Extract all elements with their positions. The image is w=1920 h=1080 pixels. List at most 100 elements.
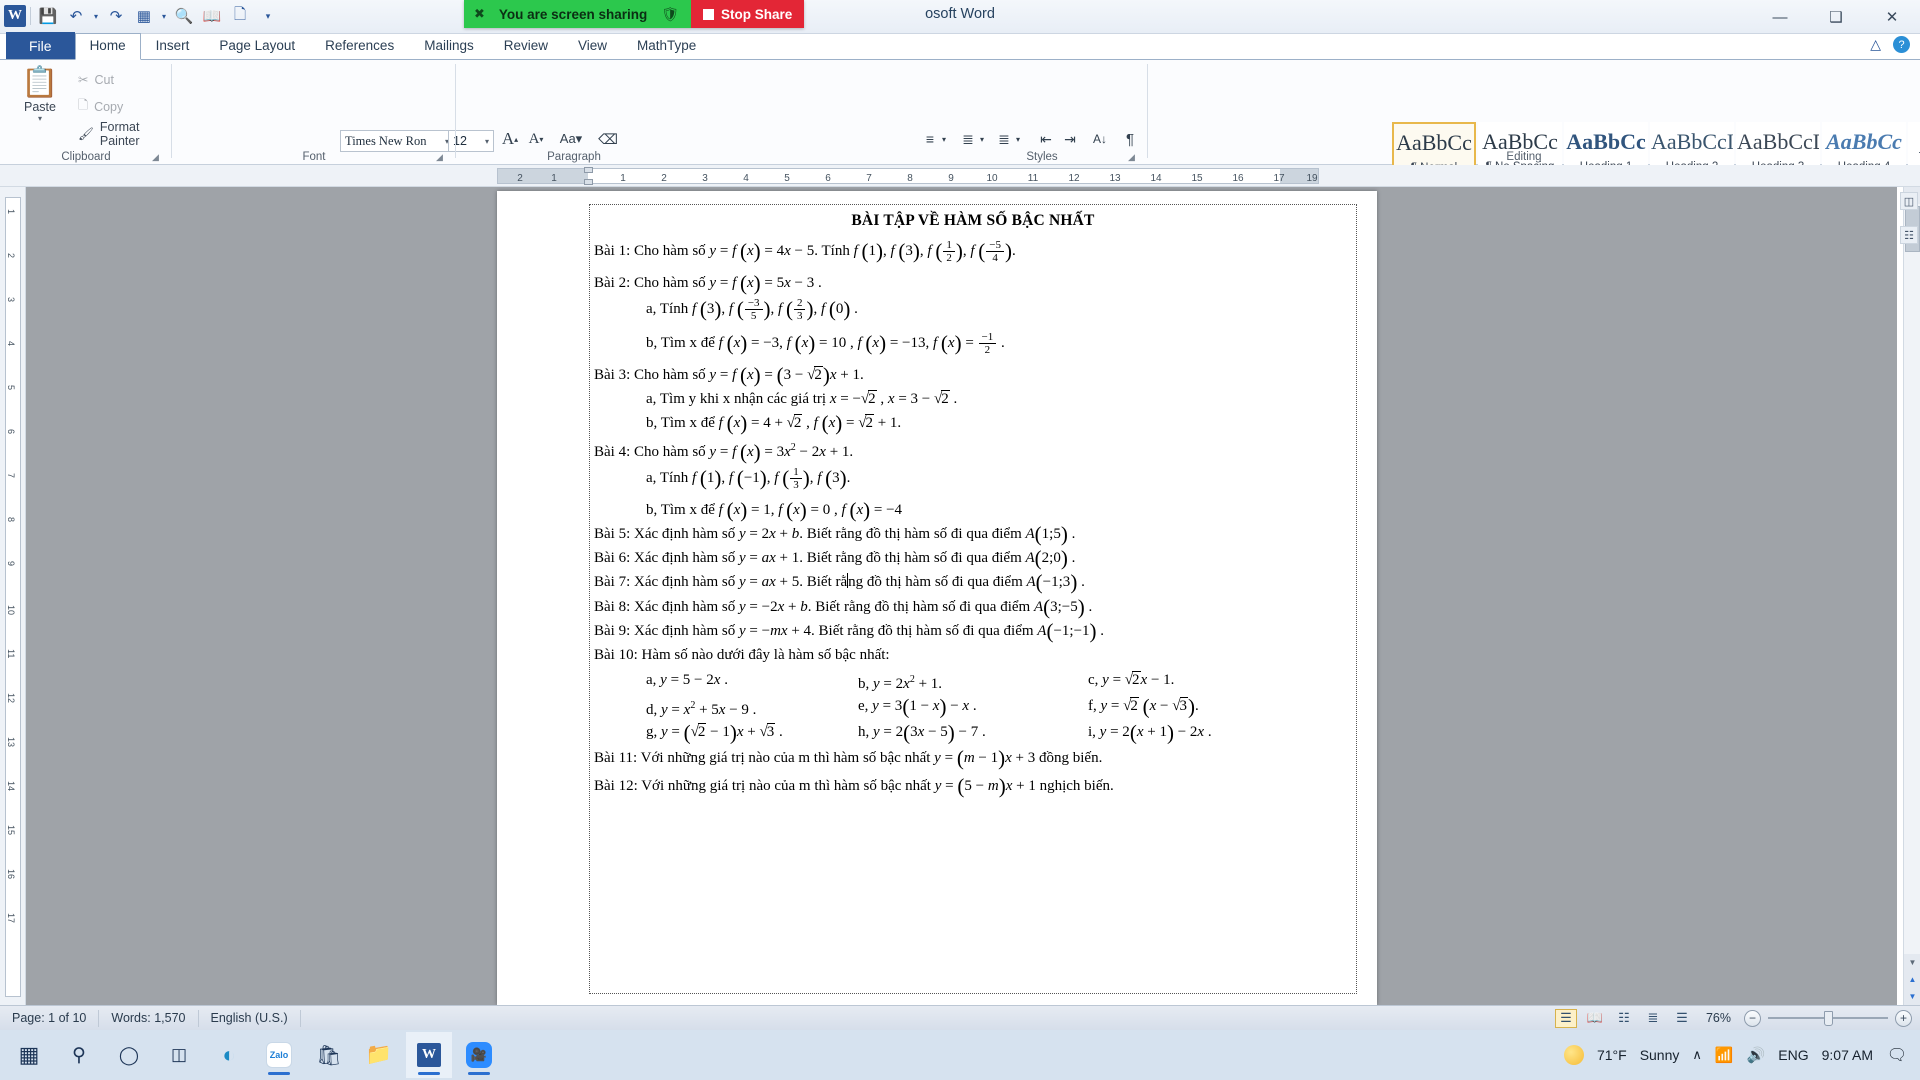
copy-icon: 🗋 xyxy=(78,98,89,112)
tab-home[interactable]: Home xyxy=(74,33,141,60)
cortana-icon[interactable]: ◯ xyxy=(106,1032,152,1078)
exercise-line-11: Bài 11: Với những giá trị nào của m thì … xyxy=(594,746,1103,771)
vertical-scrollbar[interactable]: ▲ ▼ ▲ ▼ xyxy=(1903,187,1920,1005)
clipboard-dialog-launcher-icon[interactable]: ◢ xyxy=(152,152,159,163)
volume-icon[interactable]: 🔊 xyxy=(1747,1046,1766,1064)
language-indicator[interactable]: English (U.S.) xyxy=(199,1009,301,1027)
paste-dropdown-icon[interactable]: ▾ xyxy=(12,114,68,123)
ruler-tick: 7 xyxy=(866,173,872,184)
slider-thumb[interactable] xyxy=(1824,1010,1833,1026)
thumbnails-icon[interactable]: ☷ xyxy=(1900,226,1918,244)
vruler-tick: 2 xyxy=(6,253,16,259)
tab-references[interactable]: References xyxy=(310,33,409,59)
full-screen-reading-view-icon[interactable]: 📖 xyxy=(1584,1009,1606,1028)
ruler-track[interactable]: 2 1 1 2 3 4 5 6 7 8 9 10 11 12 13 14 15 … xyxy=(497,167,1319,185)
group-label-paragraph: Paragraph xyxy=(547,151,601,163)
ruler-tick: 17 xyxy=(1273,173,1285,184)
word-count[interactable]: Words: 1,570 xyxy=(99,1009,199,1027)
style-preview: AaBbCc xyxy=(1826,129,1902,154)
zalo-icon[interactable]: Zalo xyxy=(256,1032,302,1078)
ruler-tick: 3 xyxy=(702,173,708,184)
close-button[interactable]: ✕ xyxy=(1864,0,1920,34)
print-layout-view-icon[interactable]: ☰ xyxy=(1554,1008,1577,1028)
tab-insert[interactable]: Insert xyxy=(141,33,205,59)
format-painter-label: Format Painter xyxy=(99,120,140,148)
help-icon[interactable]: ? xyxy=(1893,36,1910,53)
group-label-font: Font xyxy=(302,151,326,163)
notifications-icon[interactable]: 🗨 xyxy=(1886,1045,1908,1065)
show-hidden-icons-chevron[interactable]: ∧ xyxy=(1692,1047,1702,1063)
left-indent-marker[interactable] xyxy=(584,179,593,185)
font-dialog-launcher-icon[interactable]: ◢ xyxy=(436,152,443,163)
minimize-ribbon-icon[interactable]: △ xyxy=(1870,36,1881,53)
tab-review[interactable]: Review xyxy=(489,33,563,59)
document-workspace: BÀI TẬP VỀ HÀM SỐ BẬC NHẤT Bài 1: Cho hà… xyxy=(26,187,1897,1005)
horizontal-ruler[interactable]: 2 1 1 2 3 4 5 6 7 8 9 10 11 12 13 14 15 … xyxy=(0,165,1920,187)
zoom-slider[interactable] xyxy=(1768,1010,1888,1026)
minimize-button[interactable]: — xyxy=(1752,0,1808,34)
clock[interactable]: 9:07 AM xyxy=(1822,1047,1873,1063)
weather-condition[interactable]: Sunny xyxy=(1640,1047,1680,1063)
sun-weather-icon xyxy=(1563,1045,1584,1065)
draft-view-icon[interactable]: ☰ xyxy=(1671,1009,1693,1028)
vertical-ruler[interactable]: 1 2 3 4 5 6 7 8 9 10 11 12 13 14 15 16 1… xyxy=(0,187,26,1005)
zoom-level[interactable]: 76% xyxy=(1700,1011,1737,1025)
zoom-out-button[interactable]: − xyxy=(1744,1009,1761,1027)
copy-button[interactable]: 🗋 Copy xyxy=(78,96,123,117)
style-preview: AaB xyxy=(1909,123,1920,163)
exercise-line-7: Bài 7: Xác định hàm số y = ax + 5. Biết … xyxy=(594,570,1085,595)
document-map-icon[interactable]: ◫ xyxy=(1900,192,1918,210)
ruler-tick: 2 xyxy=(661,173,667,184)
next-page-icon[interactable]: ▼ xyxy=(1904,988,1920,1005)
exercise-line-2b: b, Tìm x để f (x) = −3, f (x) = 10 , f (… xyxy=(646,331,1005,357)
ruler-tick: 9 xyxy=(948,173,954,184)
biet-rang-5: . Biết rằng đồ thị hàm số đi qua điểm xyxy=(799,526,1026,543)
microsoft-store-icon[interactable]: 🛍 xyxy=(306,1032,352,1078)
task-view-icon[interactable]: ◫ xyxy=(156,1032,202,1078)
tab-mailings[interactable]: Mailings xyxy=(409,33,489,59)
ruler-tick: 8 xyxy=(907,173,913,184)
ruler-tick: 13 xyxy=(1109,173,1121,184)
tab-mathtype[interactable]: MathType xyxy=(622,33,711,59)
status-bar-right: ☰ 📖 ☷ ≣ ☰ 76% − + xyxy=(1554,1008,1912,1028)
paste-label: Paste xyxy=(24,100,56,114)
file-explorer-icon[interactable]: 📁 xyxy=(356,1032,402,1078)
maximize-button[interactable]: ❑ xyxy=(1808,0,1864,34)
vruler-tick: 9 xyxy=(6,561,16,567)
zoom-meetings-icon[interactable]: 🎥 xyxy=(456,1032,502,1078)
copy-label: Copy xyxy=(94,99,124,114)
vruler-tick: 5 xyxy=(6,385,16,391)
scroll-down-icon[interactable]: ▼ xyxy=(1904,954,1920,971)
exercise-2b-lead: b, Tìm x để xyxy=(646,335,719,351)
web-layout-view-icon[interactable]: ☷ xyxy=(1613,1009,1635,1028)
font-name-input[interactable]: Times New Ron ▾ xyxy=(340,130,454,152)
page-indicator[interactable]: Page: 1 of 10 xyxy=(0,1009,100,1027)
previous-page-icon[interactable]: ▲ xyxy=(1904,971,1920,988)
paste-button[interactable]: 📋 Paste ▾ xyxy=(12,66,68,123)
exercise-4a-lead: a, Tính xyxy=(646,470,692,487)
biet-rang-9: . Biết rằng đồ thị hàm số đi qua điểm xyxy=(811,622,1038,639)
wifi-icon[interactable]: 📶 xyxy=(1715,1046,1734,1064)
stop-share-button[interactable]: Stop Share xyxy=(691,0,805,28)
tab-file[interactable]: File xyxy=(6,32,75,59)
zoom-in-button[interactable]: + xyxy=(1895,1009,1912,1027)
start-button[interactable]: ▦ xyxy=(6,1032,52,1078)
first-line-indent-marker[interactable] xyxy=(584,167,593,173)
weather-temp[interactable]: 71°F xyxy=(1597,1047,1627,1063)
cut-button[interactable]: ✂ Cut xyxy=(78,72,114,88)
outline-view-icon[interactable]: ≣ xyxy=(1642,1009,1664,1028)
search-icon[interactable]: ⚲ xyxy=(56,1032,102,1078)
shield-icon[interactable]: 🛡 xyxy=(661,6,679,23)
edge-icon[interactable]: ◐ xyxy=(206,1032,252,1078)
tab-page-layout[interactable]: Page Layout xyxy=(204,33,310,59)
document-page[interactable]: BÀI TẬP VỀ HÀM SỐ BẬC NHẤT Bài 1: Cho hà… xyxy=(497,191,1377,1005)
format-painter-button[interactable]: 🖌 Format Painter xyxy=(78,120,172,148)
word-taskbar-icon[interactable]: W xyxy=(406,1032,452,1078)
exercise-line-3a: a, Tìm y khi x nhận các giá trị x = −√2 … xyxy=(646,390,958,408)
document-text-frame[interactable]: BÀI TẬP VỀ HÀM SỐ BẬC NHẤT Bài 1: Cho hà… xyxy=(589,204,1357,994)
ribbon-group-font: Times New Ron ▾ 12 ▾ A▴ A▾ Aa▾ ⌫ B I U ▾… xyxy=(172,60,618,185)
exercise-4-lead: Bài 4: Cho hàm số xyxy=(594,444,710,461)
language-indicator[interactable]: ENG xyxy=(1778,1047,1808,1063)
tab-view[interactable]: View xyxy=(563,33,622,59)
ribbon-tab-bar: File Home Insert Page Layout References … xyxy=(0,32,1920,60)
